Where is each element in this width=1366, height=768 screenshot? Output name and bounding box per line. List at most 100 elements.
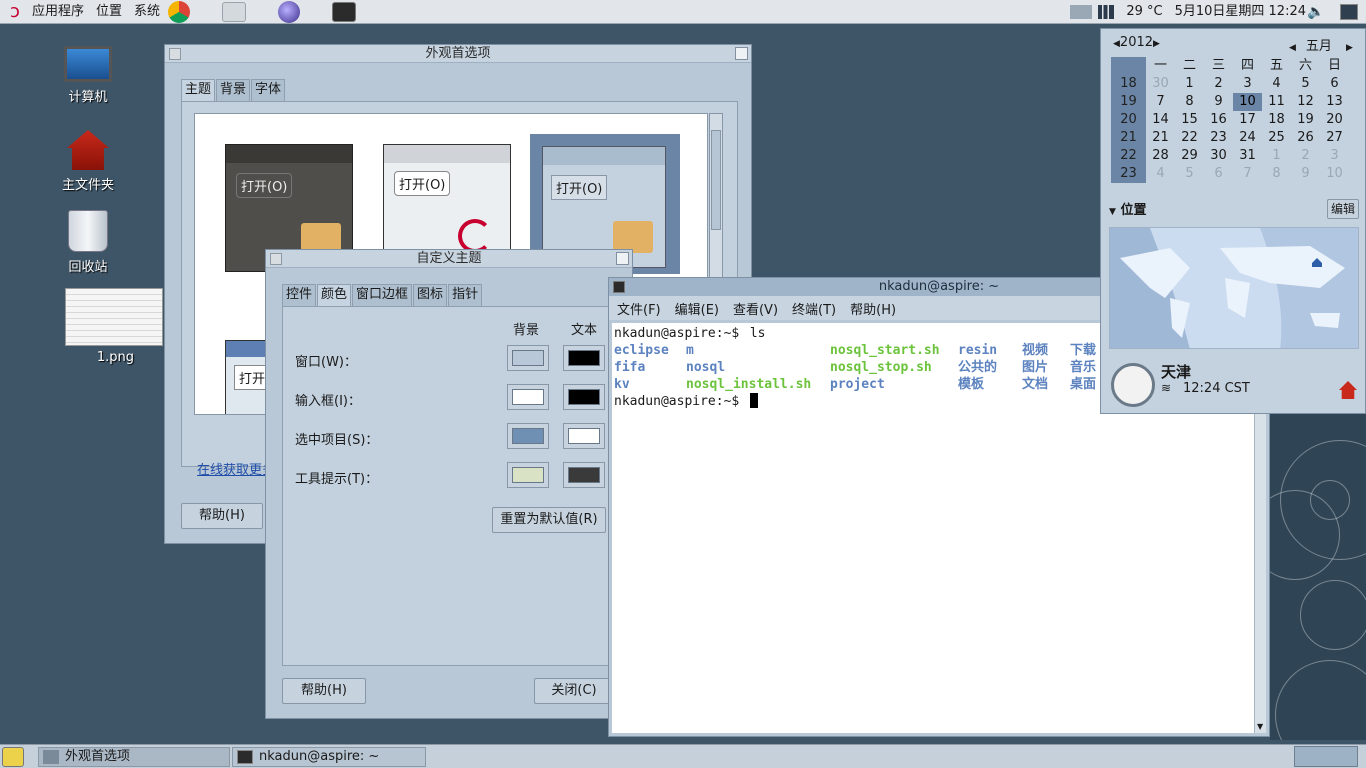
window-menu-icon[interactable] <box>270 253 282 265</box>
calendar-day[interactable]: 4 <box>1146 165 1175 183</box>
year-prev-icon[interactable]: ◀ <box>1113 39 1120 49</box>
window-menu-icon[interactable] <box>613 281 625 293</box>
tab-fonts[interactable]: 字体 <box>251 79 286 101</box>
year-selector[interactable]: ◀2012▶ <box>1113 35 1160 50</box>
calendar-day[interactable]: 20 <box>1320 111 1349 129</box>
desktop-computer[interactable]: 计算机 <box>43 46 133 105</box>
tooltip-bg-color-button[interactable] <box>507 462 549 488</box>
calendar-day[interactable]: 16 <box>1204 111 1233 129</box>
calendar-day[interactable]: 12 <box>1291 93 1320 111</box>
calendar-day[interactable]: 5 <box>1175 165 1204 183</box>
tab-background[interactable]: 背景 <box>216 79 251 101</box>
task-terminal[interactable]: nkadun@aspire: ~ <box>232 747 426 767</box>
network-tool-icon[interactable] <box>222 1 247 22</box>
clock[interactable]: 5月10日星期四 12:24 <box>1169 0 1306 24</box>
calendar-day[interactable]: 4 <box>1262 75 1291 93</box>
calendar-day[interactable]: 22 <box>1175 129 1204 147</box>
calendar-day[interactable]: 8 <box>1262 165 1291 183</box>
calendar-day[interactable]: 23 <box>1204 129 1233 147</box>
year-next-icon[interactable]: ▶ <box>1153 39 1160 49</box>
tab-pointer[interactable]: 指针 <box>448 284 483 306</box>
show-desktop-icon[interactable] <box>1340 3 1358 20</box>
network-status-icon[interactable] <box>1070 4 1093 19</box>
calendar-day[interactable]: 30 <box>1146 75 1175 93</box>
calendar-day[interactable]: 5 <box>1291 75 1320 93</box>
applications-menu[interactable]: 应用程序 <box>26 0 90 24</box>
places-menu[interactable]: 位置 <box>90 0 128 24</box>
desktop-png-file[interactable]: 1.png <box>64 288 164 365</box>
calendar-day[interactable]: 6 <box>1204 165 1233 183</box>
calendar-day[interactable]: 24 <box>1233 129 1262 147</box>
selected-text-color-button[interactable] <box>563 423 605 449</box>
window-titlebar[interactable]: 外观首选项 <box>165 45 751 63</box>
calendar-day[interactable]: 3 <box>1233 75 1262 93</box>
terminal-icon[interactable] <box>332 1 357 22</box>
desktop-trash[interactable]: 回收站 <box>43 210 133 275</box>
home-location-icon[interactable] <box>1339 381 1357 399</box>
signal-strength-icon[interactable] <box>1098 4 1115 19</box>
input-bg-color-button[interactable] <box>507 384 549 410</box>
close-icon[interactable] <box>735 47 748 60</box>
desktop-home-folder[interactable]: 主文件夹 <box>43 130 133 193</box>
help-button[interactable]: 帮助(H) <box>181 503 263 529</box>
calendar-day[interactable]: 18 <box>1262 111 1291 129</box>
calendar-day[interactable]: 8 <box>1175 93 1204 111</box>
calendar-day[interactable]: 10 <box>1233 93 1262 111</box>
calendar-day[interactable]: 9 <box>1204 93 1233 111</box>
input-text-color-button[interactable] <box>563 384 605 410</box>
calendar-day[interactable]: 31 <box>1233 147 1262 165</box>
online-themes-link[interactable]: 在线获取更多 <box>197 459 265 478</box>
calendar-day[interactable]: 25 <box>1262 129 1291 147</box>
window-bg-color-button[interactable] <box>507 345 549 371</box>
tab-controls[interactable]: 控件 <box>282 284 317 306</box>
close-button[interactable]: 关闭(C) <box>534 678 614 704</box>
month-prev-icon[interactable]: ◀ <box>1289 43 1296 53</box>
show-desktop-button[interactable] <box>2 747 24 767</box>
help-button[interactable]: 帮助(H) <box>282 678 366 704</box>
tab-colors[interactable]: 颜色 <box>317 284 352 306</box>
calendar-day[interactable]: 14 <box>1146 111 1175 129</box>
weather-indicator[interactable]: 29 °C <box>1120 0 1168 24</box>
calendar-day[interactable]: 26 <box>1291 129 1320 147</box>
calendar-day[interactable]: 28 <box>1146 147 1175 165</box>
calendar-day[interactable]: 21 <box>1146 129 1175 147</box>
calendar-day[interactable]: 19 <box>1291 111 1320 129</box>
calendar-day[interactable]: 7 <box>1233 165 1262 183</box>
browser-icon[interactable] <box>278 0 301 23</box>
menu-view[interactable]: 查看(V) <box>733 299 778 318</box>
calendar-day[interactable]: 15 <box>1175 111 1204 129</box>
calendar-day[interactable]: 13 <box>1320 93 1349 111</box>
calendar-day[interactable]: 11 <box>1262 93 1291 111</box>
calendar-day[interactable]: 6 <box>1320 75 1349 93</box>
calendar-day[interactable]: 10 <box>1320 165 1349 183</box>
window-titlebar[interactable]: 自定义主题 <box>266 250 632 268</box>
calendar-day[interactable]: 9 <box>1291 165 1320 183</box>
menu-help[interactable]: 帮助(H) <box>850 299 896 318</box>
locations-header[interactable]: ▼ 位置 <box>1109 199 1146 218</box>
tooltip-text-color-button[interactable] <box>563 462 605 488</box>
calendar-day[interactable]: 3 <box>1320 147 1349 165</box>
tab-icons[interactable]: 图标 <box>413 284 448 306</box>
calendar-day[interactable]: 27 <box>1320 129 1349 147</box>
calendar-day[interactable]: 30 <box>1204 147 1233 165</box>
menu-terminal[interactable]: 终端(T) <box>792 299 836 318</box>
calendar-day[interactable]: 7 <box>1146 93 1175 111</box>
close-icon[interactable] <box>616 252 629 265</box>
menu-file[interactable]: 文件(F) <box>617 299 661 318</box>
menu-edit[interactable]: 编辑(E) <box>675 299 719 318</box>
system-menu[interactable]: 系统 <box>128 0 166 24</box>
calendar-day[interactable]: 2 <box>1204 75 1233 93</box>
window-text-color-button[interactable] <box>563 345 605 371</box>
calendar-day[interactable]: 1 <box>1175 75 1204 93</box>
workspace-switcher[interactable] <box>1294 746 1358 767</box>
calendar-day[interactable]: 1 <box>1262 147 1291 165</box>
calendar-day[interactable]: 2 <box>1291 147 1320 165</box>
volume-icon[interactable]: 🔈 <box>1306 4 1326 20</box>
calendar-day[interactable]: 29 <box>1175 147 1204 165</box>
tab-window-border[interactable]: 窗口边框 <box>352 284 413 306</box>
reset-defaults-button[interactable]: 重置为默认值(R) <box>492 507 606 533</box>
task-appearance-preferences[interactable]: 外观首选项 <box>38 747 230 767</box>
tab-theme[interactable]: 主题 <box>181 79 216 101</box>
chrome-icon[interactable] <box>168 0 191 23</box>
month-selector[interactable]: ◀ 五月 ▶ <box>1289 35 1353 54</box>
